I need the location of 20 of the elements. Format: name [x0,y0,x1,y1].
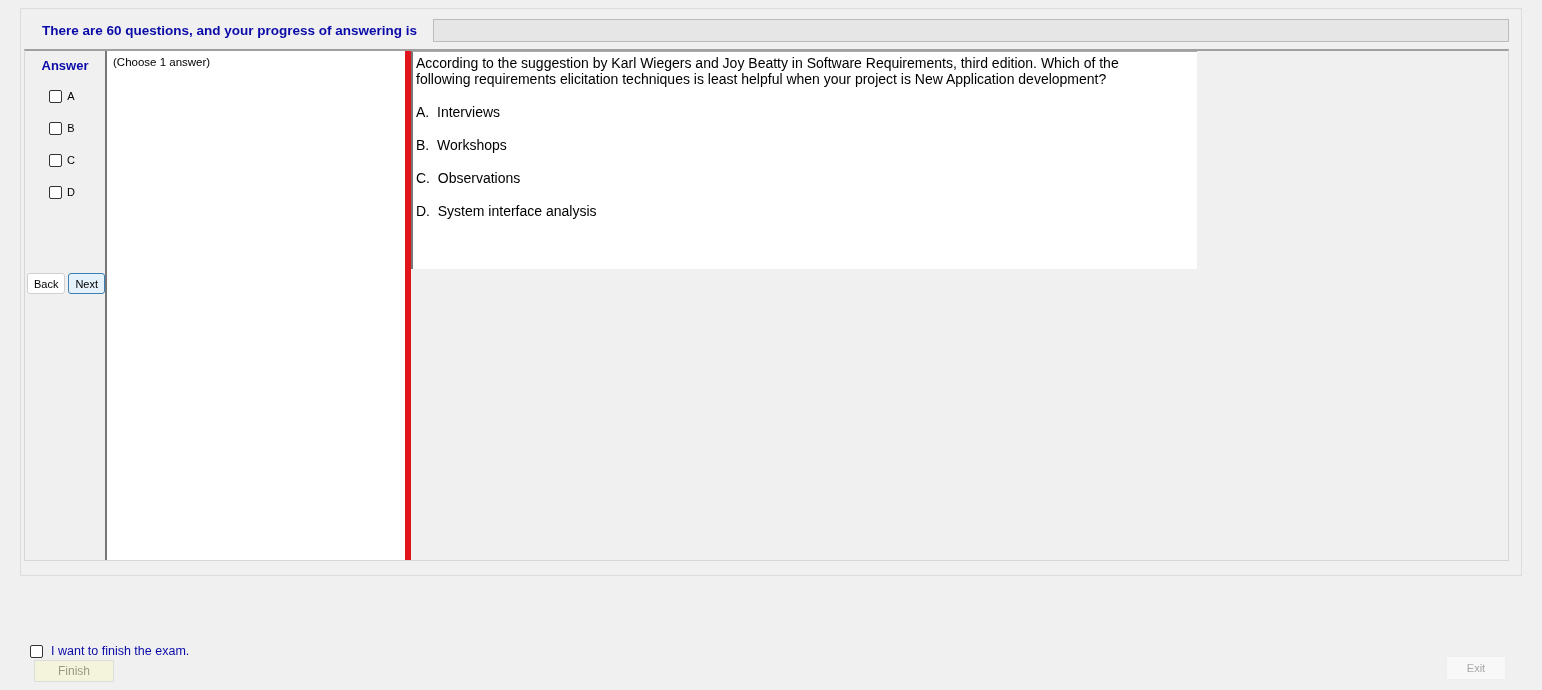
choice-text: A. Interviews [416,103,502,122]
checkbox[interactable] [49,153,62,167]
answer-option[interactable]: A [49,87,75,105]
answer-option[interactable]: C [49,151,75,169]
question-text: According to the suggestion by Karl Wiegers and Joy Beatty in Software Requirements, third edition. Which of the following requirements elicitation techniques is least helpful when your project is New Application development? [416,55,1120,87]
progress-caption: There are 60 questions, and your progress of answering is [41,22,418,38]
checkbox[interactable] [49,89,63,103]
choice-text: D. System interface analysis [416,202,598,221]
finish-confirm[interactable]: I want to finish the exam. [30,644,190,658]
choice-text: B. Workshops [416,136,508,155]
checkbox[interactable] [49,121,63,135]
checkbox[interactable] [49,185,62,199]
answer-heading: Answer [41,58,89,73]
checkbox[interactable] [30,644,43,658]
choice-text: C. Observations [416,169,522,188]
answer-option[interactable]: B [49,119,75,137]
next-button[interactable]: Next [68,273,106,294]
answer-option[interactable]: D [49,183,75,201]
instruction-text: (Choose 1 answer) [113,56,211,68]
back-button[interactable]: Back [26,273,66,294]
